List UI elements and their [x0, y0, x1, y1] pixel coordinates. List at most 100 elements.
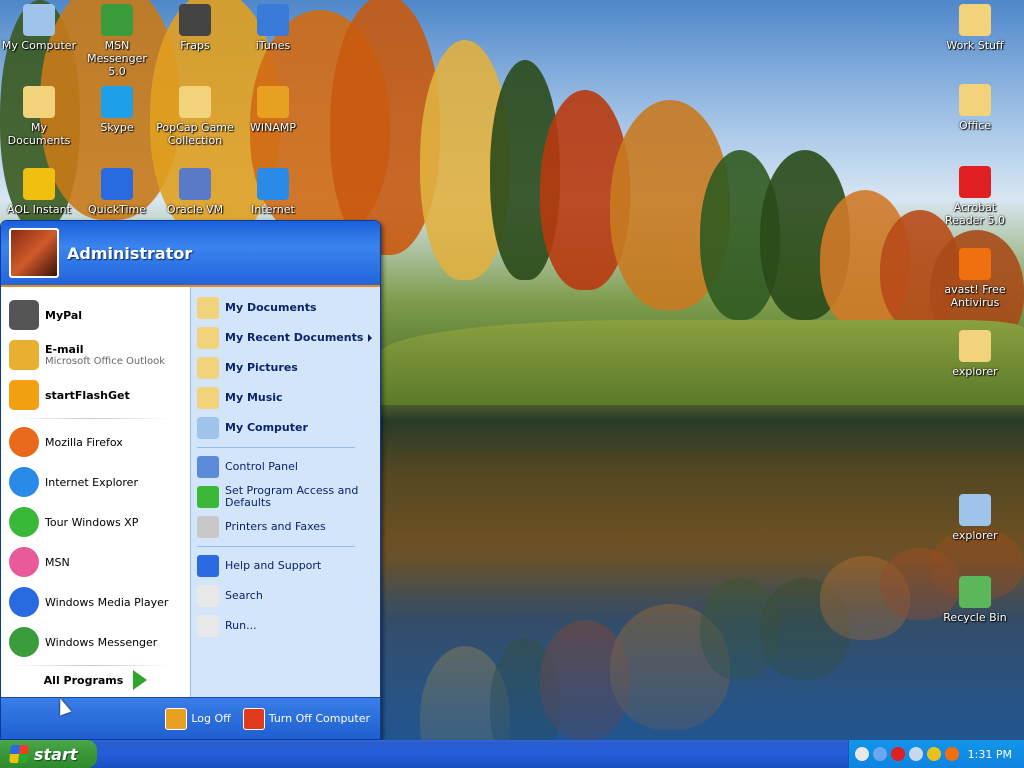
- start-menu-place-label: My Pictures: [225, 361, 298, 374]
- desktop-icon[interactable]: Acrobat Reader 5.0: [936, 166, 1014, 227]
- desktop-icon-label: Skype: [100, 121, 134, 134]
- recent-program-item[interactable]: Windows Messenger: [1, 622, 190, 662]
- desktop-icon[interactable]: Skype: [78, 86, 156, 134]
- start-menu-place-item[interactable]: Printers and Faxes: [191, 512, 380, 542]
- pinned-program-subtitle: Microsoft Office Outlook: [45, 356, 165, 367]
- desktop-icon-label: Work Stuff: [946, 39, 1004, 52]
- desktop-icon[interactable]: Internet: [234, 168, 312, 216]
- pinned-program-item[interactable]: E-mail Microsoft Office Outlook: [1, 335, 190, 375]
- recent-program-item[interactable]: Mozilla Firefox: [1, 422, 190, 462]
- documents-folder-icon: [197, 297, 219, 319]
- green-arrow-icon: [133, 670, 148, 690]
- itunes-icon: [257, 4, 289, 36]
- start-menu-place-label: Control Panel: [225, 460, 298, 473]
- start-menu-place-item[interactable]: Control Panel: [191, 452, 380, 482]
- desktop-icon-label: iTunes: [255, 39, 291, 52]
- all-programs-label: All Programs: [43, 673, 124, 687]
- desktop-icon[interactable]: My Documents: [0, 86, 78, 147]
- recent-programs: Mozilla Firefox Internet Explorer Tour Win…: [1, 422, 190, 662]
- folder-icon: [179, 86, 211, 118]
- recent-program-item[interactable]: Tour Windows XP: [1, 502, 190, 542]
- turn-off-button[interactable]: Turn Off Computer: [242, 707, 370, 730]
- desktop-icon[interactable]: MSN Messenger 5.0: [78, 4, 156, 78]
- places-list: My Documents My Recent Documents My Pictur…: [191, 293, 380, 443]
- submenu-arrow-icon: [368, 334, 372, 342]
- desktop-icon[interactable]: QuickTime: [78, 168, 156, 216]
- recycle-bin-icon: [959, 576, 991, 608]
- desktop-icon-label: Internet: [251, 203, 295, 216]
- desktop-icon-label: My Computer: [1, 39, 77, 52]
- search-icon: [197, 585, 219, 607]
- music-folder-icon: [197, 387, 219, 409]
- desktop-icon[interactable]: Office: [936, 84, 1014, 132]
- chevron-left-icon[interactable]: [873, 747, 887, 761]
- desktop-icon-label: explorer: [952, 529, 998, 542]
- desktop-icon[interactable]: iTunes: [234, 4, 312, 52]
- desktop-icon[interactable]: PopCap Game Collection: [156, 86, 234, 147]
- start-menu-place-label: My Recent Documents: [225, 331, 364, 344]
- pinned-programs: MyPal E-mail Microsoft Office Outlook start…: [1, 295, 190, 415]
- internet-explorer-icon: [257, 168, 289, 200]
- start-menu-place-item[interactable]: My Recent Documents: [191, 323, 380, 353]
- firefox-icon: [9, 427, 39, 457]
- desktop-icon[interactable]: Work Stuff: [936, 4, 1014, 52]
- quicktime-icon: [101, 168, 133, 200]
- recent-program-item[interactable]: MSN: [1, 542, 190, 582]
- desktop-icon-label: Acrobat Reader 5.0: [945, 201, 1005, 227]
- user-name: Administrator: [67, 243, 193, 263]
- desktop-icon[interactable]: AOL Instant: [0, 168, 78, 216]
- start-menu-place-item[interactable]: Set Program Access and Defaults: [191, 482, 380, 512]
- desktop-icon[interactable]: WINAMP: [234, 86, 312, 134]
- start-button[interactable]: start: [0, 740, 97, 768]
- explorer-computer-icon: [959, 494, 991, 526]
- start-menu-place-label: Set Program Access and Defaults: [225, 484, 359, 509]
- start-menu-place-item[interactable]: Search: [191, 581, 380, 611]
- desktop-icon[interactable]: explorer: [936, 494, 1014, 542]
- explorer-folder-icon: [959, 330, 991, 362]
- avast-icon[interactable]: [945, 747, 959, 761]
- program-defaults-icon: [197, 486, 219, 508]
- desktop-icon[interactable]: My Computer: [0, 4, 78, 52]
- run-icon: [197, 615, 219, 637]
- desktop-icon-label: Recycle Bin: [943, 611, 1007, 624]
- security-shield-icon[interactable]: [891, 747, 905, 761]
- desktop-icon[interactable]: explorer: [936, 330, 1014, 378]
- desktop-icon[interactable]: avast! Free Antivirus: [936, 248, 1014, 309]
- aim-icon[interactable]: [927, 747, 941, 761]
- pinned-program-item[interactable]: startFlashGet: [1, 375, 190, 415]
- start-menu-right-pane: My Documents My Recent Documents My Pictur…: [190, 287, 380, 697]
- start-menu-place-label: My Computer: [225, 421, 308, 434]
- start-menu-place-item[interactable]: My Music: [191, 383, 380, 413]
- pen-icon[interactable]: [855, 747, 869, 761]
- network-icon[interactable]: [909, 747, 923, 761]
- key-icon: [165, 707, 188, 730]
- media-player-icon: [9, 587, 39, 617]
- lake: [380, 405, 1024, 740]
- start-menu-place-label: Printers and Faxes: [225, 520, 326, 533]
- taskbar: start 1:31 PM: [0, 740, 1024, 768]
- clock[interactable]: 1:31 PM: [968, 748, 1012, 761]
- avast-icon: [959, 248, 991, 280]
- separator: [11, 418, 170, 419]
- internet-explorer-icon: [9, 467, 39, 497]
- pinned-program-item[interactable]: MyPal: [1, 295, 190, 335]
- desktop-icon[interactable]: Oracle VM: [156, 168, 234, 216]
- recent-program-item[interactable]: Windows Media Player: [1, 582, 190, 622]
- lawn: [380, 320, 1024, 405]
- start-menu-place-item[interactable]: Run...: [191, 611, 380, 641]
- recent-program-item[interactable]: Internet Explorer: [1, 462, 190, 502]
- separator: [197, 546, 355, 547]
- start-menu-place-item[interactable]: My Pictures: [191, 353, 380, 383]
- user-avatar[interactable]: [9, 228, 59, 278]
- pinned-program-title: E-mail: [45, 343, 84, 356]
- start-menu-place-item[interactable]: My Documents: [191, 293, 380, 323]
- system-tray: 1:31 PM: [848, 740, 1024, 768]
- log-off-button[interactable]: Log Off: [165, 707, 231, 730]
- start-menu-left-pane: MyPal E-mail Microsoft Office Outlook start…: [1, 287, 190, 697]
- desktop-icon[interactable]: Fraps: [156, 4, 234, 52]
- desktop-icon[interactable]: Recycle Bin: [936, 576, 1014, 624]
- desktop-icon-label: explorer: [952, 365, 998, 378]
- all-programs-button[interactable]: All Programs: [1, 663, 190, 697]
- start-menu-place-item[interactable]: My Computer: [191, 413, 380, 443]
- start-menu-place-item[interactable]: Help and Support: [191, 551, 380, 581]
